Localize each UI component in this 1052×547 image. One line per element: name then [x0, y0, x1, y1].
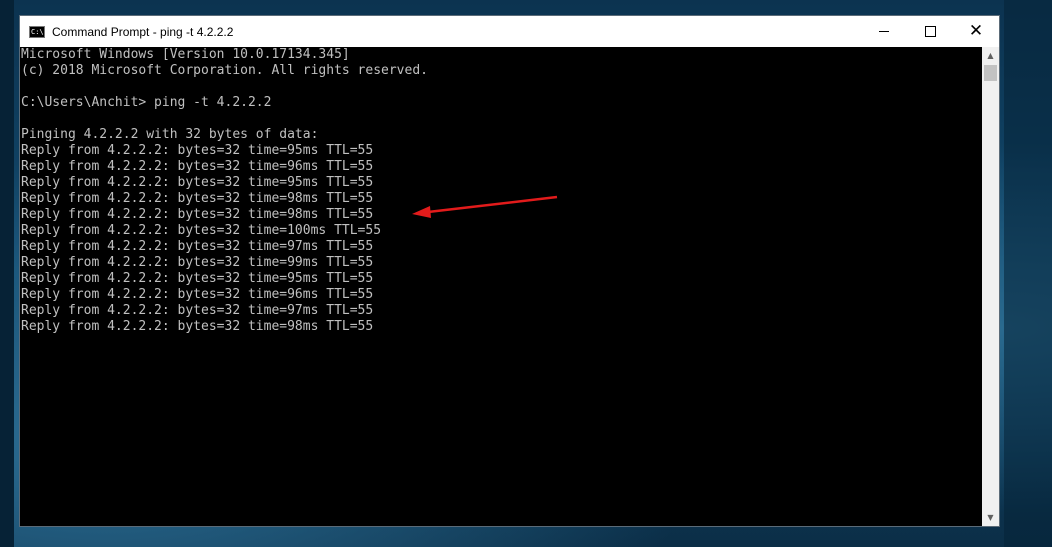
red-arrow-icon — [427, 195, 558, 214]
annotation-overlay — [412, 195, 558, 218]
red-arrow-head — [412, 206, 431, 218]
